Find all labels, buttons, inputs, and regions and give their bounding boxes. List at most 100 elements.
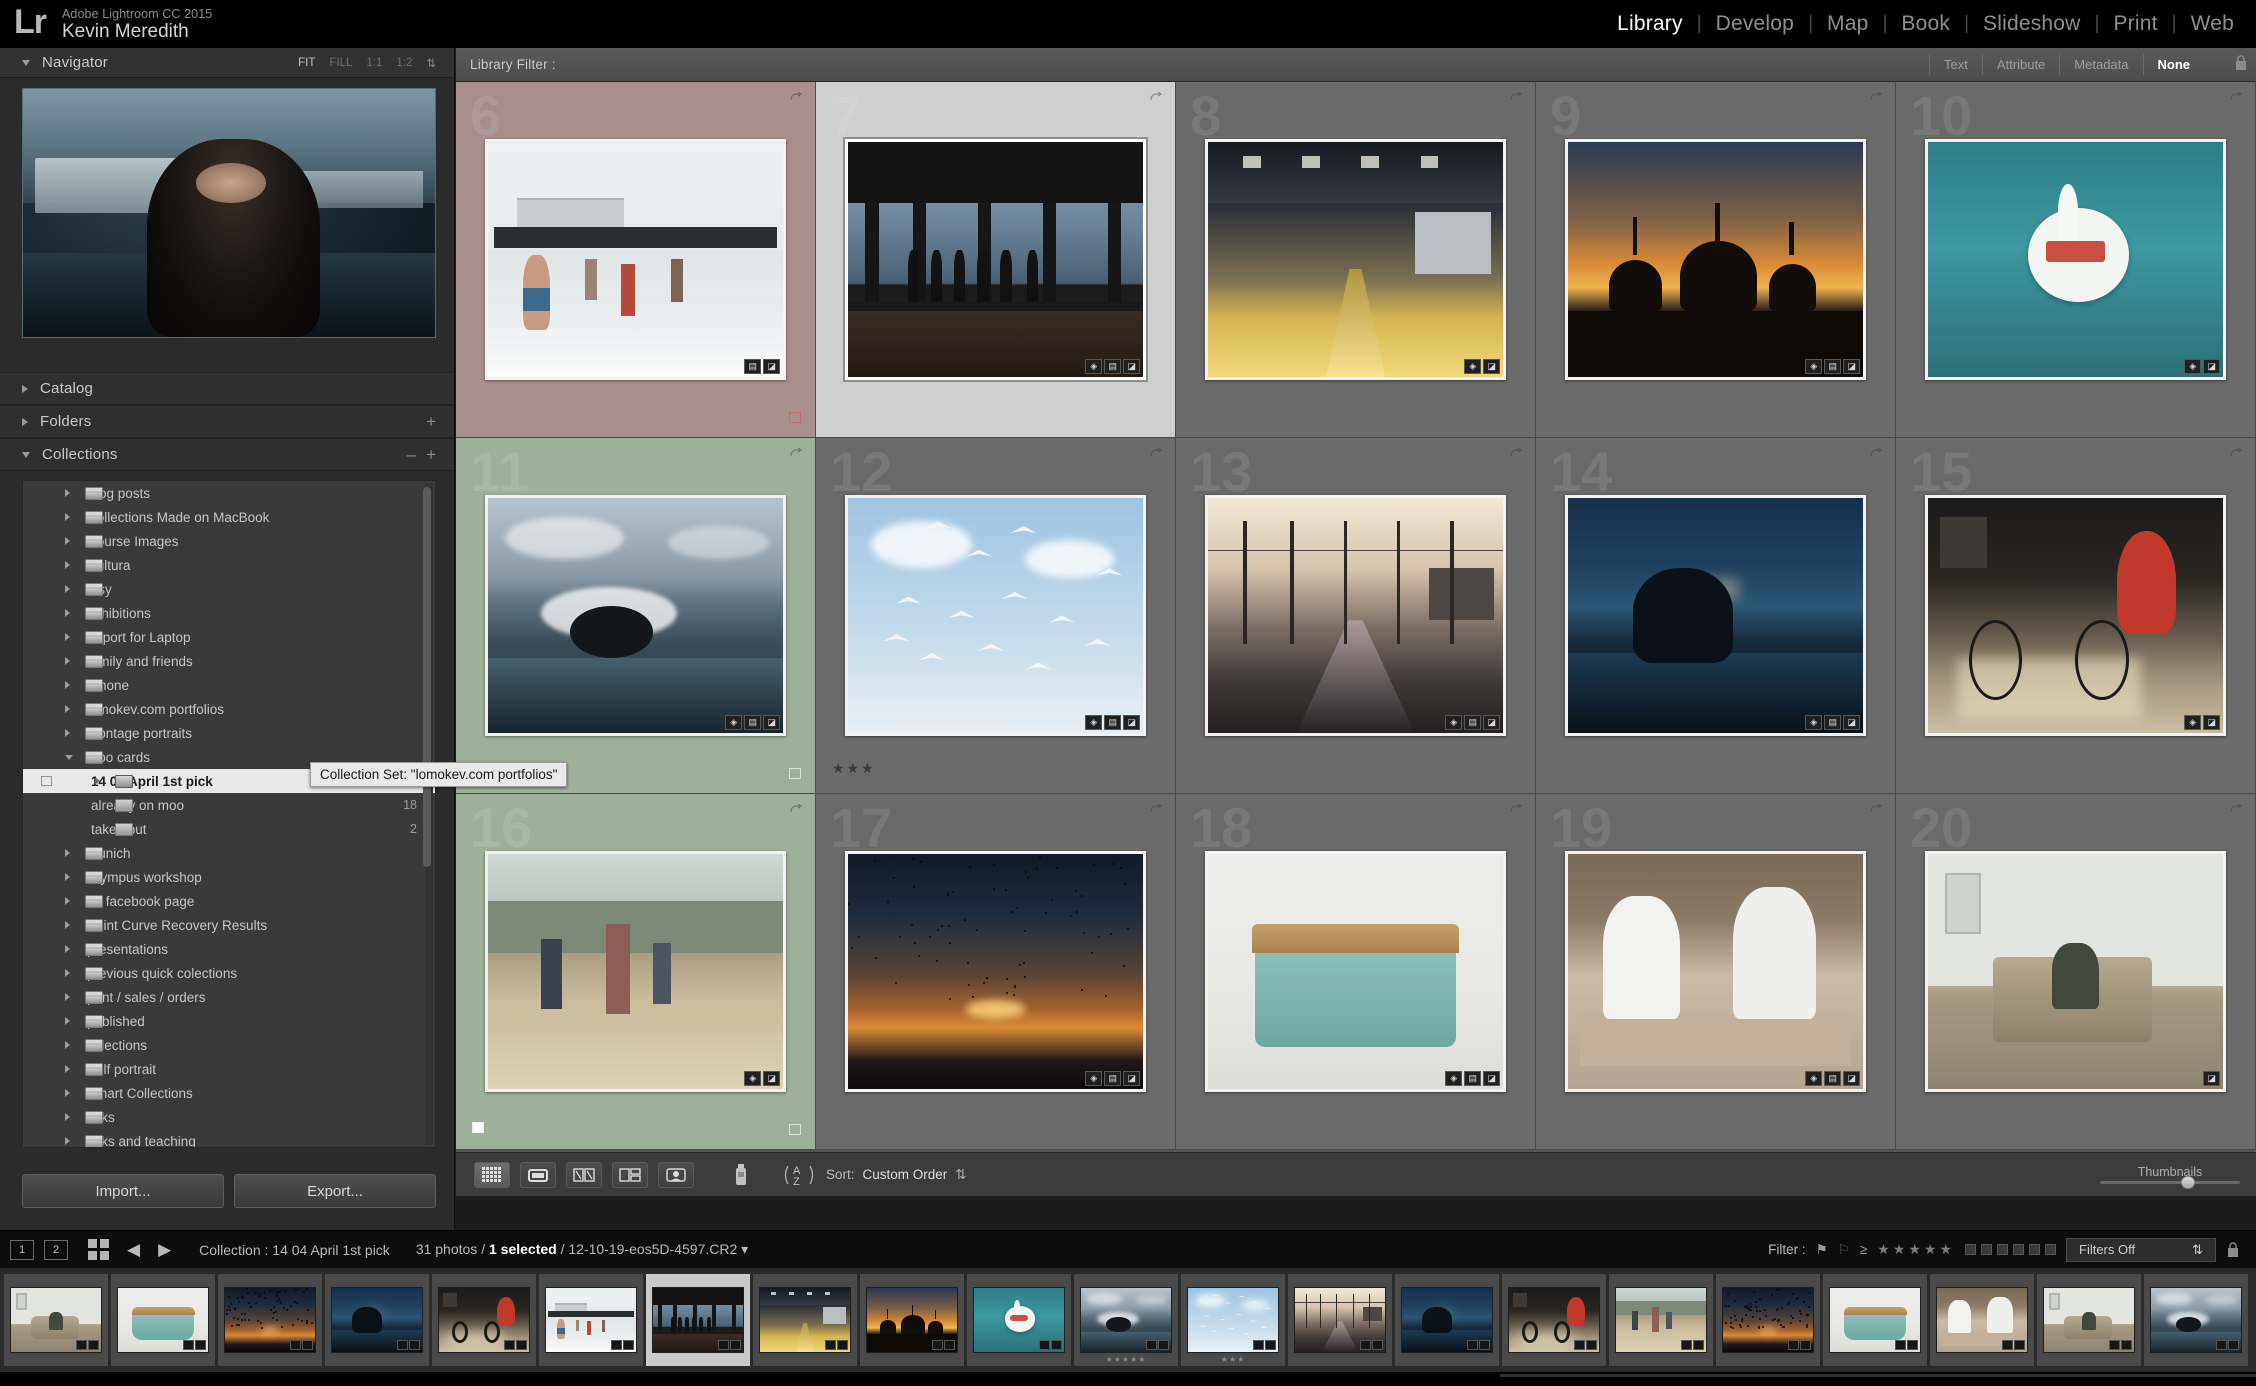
source-label[interactable]: Collection : 14 04 April 1st pick — [199, 1242, 390, 1258]
grid-cell[interactable]: 17 ◈ ▤ ◪ — [816, 794, 1176, 1150]
photo-thumbnail[interactable]: ◈ ◪ — [485, 851, 787, 1092]
flag-reject-icon[interactable]: ⚐ — [1838, 1242, 1850, 1258]
filmstrip-image[interactable] — [1508, 1287, 1600, 1353]
color-label-marker[interactable] — [789, 1124, 801, 1135]
crop-badge-icon[interactable]: ▤ — [1104, 715, 1121, 730]
develop-badge-icon[interactable] — [1265, 1340, 1276, 1350]
filmstrip-thumbnail[interactable] — [1823, 1274, 1927, 1366]
collections-list[interactable]: Blog posts Collections Made on MacBook Cou… — [22, 480, 436, 1148]
photo-thumbnail[interactable]: ◈ ▤ ◪ — [845, 495, 1147, 736]
gem-badge-icon[interactable]: ◈ — [2184, 359, 2201, 374]
crop-badge-icon[interactable]: ▤ — [744, 715, 761, 730]
rotate-icon[interactable] — [2230, 804, 2243, 815]
crop-badge-icon[interactable]: ▤ — [1104, 1071, 1121, 1086]
chevron-right-icon[interactable] — [65, 561, 70, 569]
develop-badge-icon[interactable] — [88, 1340, 99, 1350]
collection-item[interactable]: Smart Collections — [23, 1081, 435, 1105]
filmstrip-image[interactable] — [652, 1287, 744, 1353]
crop-badge-icon[interactable] — [825, 1340, 836, 1350]
filmstrip-image[interactable] — [10, 1287, 102, 1353]
loupe-view-button[interactable] — [520, 1162, 556, 1188]
chevron-right-icon[interactable] — [65, 945, 70, 953]
chevron-right-icon[interactable] — [65, 1137, 70, 1145]
filmstrip-thumbnail[interactable] — [1288, 1274, 1392, 1366]
collection-item[interactable]: Blog posts — [23, 481, 435, 505]
chevron-right-icon[interactable] — [65, 1017, 70, 1025]
color-chip-none[interactable] — [2045, 1244, 2056, 1255]
chevron-right-icon[interactable] — [22, 418, 28, 426]
grid-cell[interactable]: 20 ◪ — [1896, 794, 2256, 1150]
develop-badge-icon[interactable]: ◪ — [763, 1071, 780, 1086]
grid-cell[interactable]: 9 ◈ ▤ ◪ — [1536, 82, 1896, 438]
go-back-icon[interactable]: ◀ — [127, 1240, 140, 1260]
collection-item[interactable]: previous quick colections — [23, 961, 435, 985]
chevron-right-icon[interactable] — [95, 777, 100, 785]
collection-item[interactable]: Export for Laptop — [23, 625, 435, 649]
develop-badge-icon[interactable]: ◪ — [1123, 715, 1140, 730]
grid-cell[interactable]: 11◈▤◪★★★★★ — [456, 438, 816, 794]
chevron-right-icon[interactable] — [65, 969, 70, 977]
filmstrip-image[interactable] — [438, 1287, 530, 1353]
photo-thumbnail[interactable]: ◈ ▤ ◪ — [845, 851, 1147, 1092]
crop-badge-icon[interactable] — [1467, 1340, 1478, 1350]
chevron-right-icon[interactable] — [65, 849, 70, 857]
go-forward-icon[interactable]: ▶ — [158, 1240, 171, 1260]
filmstrip-thumbnail[interactable] — [2037, 1274, 2141, 1366]
photo-thumbnail[interactable]: ◈ ▤ ◪ — [1205, 495, 1507, 736]
filmstrip-image[interactable] — [117, 1287, 209, 1353]
module-develop[interactable]: Develop — [1702, 12, 1808, 36]
rotate-icon[interactable] — [1870, 92, 1883, 103]
filmstrip-image[interactable] — [866, 1287, 958, 1353]
view-mode-buttons[interactable] — [474, 1162, 694, 1188]
crop-badge-icon[interactable] — [932, 1340, 943, 1350]
filter-tab-text[interactable]: Text — [1929, 54, 1982, 75]
color-chip-green[interactable] — [1997, 1244, 2008, 1255]
crop-badge-icon[interactable]: ▤ — [744, 359, 761, 374]
develop-badge-icon[interactable]: ◪ — [1123, 359, 1140, 374]
crop-badge-icon[interactable] — [1895, 1340, 1906, 1350]
color-chip-red[interactable] — [1965, 1244, 1976, 1255]
develop-badge-icon[interactable] — [623, 1340, 634, 1350]
rotate-icon[interactable] — [2230, 448, 2243, 459]
develop-badge-icon[interactable]: ◪ — [1483, 715, 1500, 730]
sort-value[interactable]: Custom Order — [863, 1167, 948, 1182]
collection-item[interactable]: family and friends — [23, 649, 435, 673]
collection-item[interactable]: Point Curve Recovery Results — [23, 913, 435, 937]
navigator-zoom-1-1[interactable]: 1:1 — [366, 57, 382, 69]
develop-badge-icon[interactable] — [2014, 1340, 2025, 1350]
compare-view-button[interactable] — [566, 1162, 602, 1188]
chevron-right-icon[interactable] — [65, 1041, 70, 1049]
gem-badge-icon[interactable]: ◈ — [725, 715, 742, 730]
chevron-right-icon[interactable] — [65, 585, 70, 593]
gem-badge-icon[interactable]: ◈ — [1805, 715, 1822, 730]
chevron-right-icon[interactable] — [65, 1065, 70, 1073]
develop-badge-icon[interactable] — [409, 1340, 420, 1350]
photo-thumbnail[interactable]: ▤ ◪ — [485, 139, 787, 380]
chevron-right-icon[interactable] — [65, 633, 70, 641]
collection-item[interactable]: talks — [23, 1105, 435, 1129]
chevron-right-icon[interactable] — [65, 729, 70, 737]
filmstrip-thumbnail[interactable] — [111, 1274, 215, 1366]
filter-tab-none[interactable]: None — [2143, 54, 2205, 75]
panel-folders[interactable]: Folders + — [0, 405, 454, 438]
develop-badge-icon[interactable]: ◪ — [1123, 1071, 1140, 1086]
rotate-icon[interactable] — [2230, 92, 2243, 103]
chevron-right-icon[interactable] — [22, 385, 28, 393]
chevron-right-icon[interactable] — [65, 705, 70, 713]
rotate-icon[interactable] — [1870, 448, 1883, 459]
navigator-zoom-1-2[interactable]: 1:2 — [396, 57, 412, 69]
crop-badge-icon[interactable] — [1253, 1340, 1264, 1350]
photo-thumbnail[interactable]: ◈ ◪ — [1925, 139, 2227, 380]
grid-cell[interactable]: 14 ◈ ▤ ◪ — [1536, 438, 1896, 794]
develop-badge-icon[interactable] — [1693, 1340, 1704, 1350]
rotate-icon[interactable] — [1870, 804, 1883, 815]
crop-badge-icon[interactable] — [611, 1340, 622, 1350]
thumbnail-grid[interactable]: 6▤◪7◈▤◪8◈◪9◈▤◪10◈◪11◈▤◪★★★★★12◈▤◪★★★13◈▤… — [456, 82, 2256, 1152]
color-label-chips[interactable] — [1965, 1244, 2056, 1255]
crop-badge-icon[interactable] — [1681, 1340, 1692, 1350]
collections-scrollbar-track[interactable] — [425, 483, 433, 1145]
add-collection-icon[interactable]: + — [426, 446, 436, 463]
collection-item[interactable]: etsy — [23, 577, 435, 601]
develop-badge-icon[interactable]: ◪ — [1843, 1071, 1860, 1086]
develop-badge-icon[interactable]: ◪ — [763, 715, 780, 730]
